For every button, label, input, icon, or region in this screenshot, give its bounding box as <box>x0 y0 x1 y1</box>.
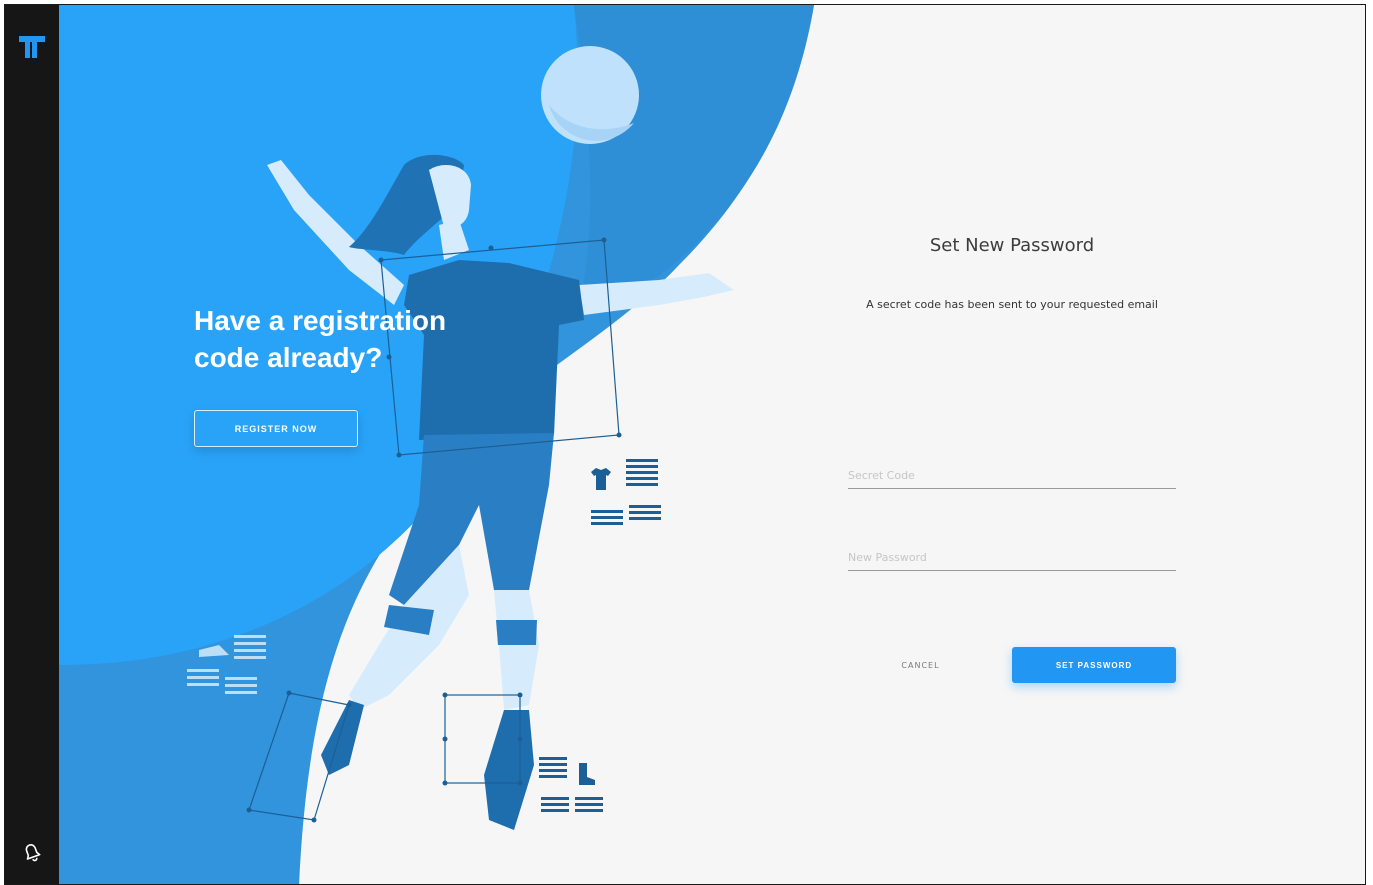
secret-code-field <box>848 463 1176 489</box>
app-window: Have a registration code already? REGIST… <box>4 4 1366 885</box>
new-password-field <box>848 545 1176 571</box>
brand-logo-icon[interactable] <box>17 33 47 61</box>
set-password-button[interactable]: SET PASSWORD <box>1012 647 1176 683</box>
hero-panel: Have a registration code already? REGIST… <box>59 5 1365 884</box>
secret-code-input[interactable] <box>848 463 1176 489</box>
cancel-button[interactable]: CANCEL <box>878 647 963 683</box>
bell-icon[interactable] <box>21 840 43 862</box>
form-title: Set New Password <box>929 235 1095 256</box>
hero-headline-line-1: Have a registration <box>194 305 447 336</box>
new-password-input[interactable] <box>848 545 1176 571</box>
sidebar <box>5 5 59 884</box>
set-password-form: Set New Password A secret code has been … <box>848 235 1176 683</box>
hero-headline: Have a registration code already? <box>194 302 484 376</box>
register-now-button[interactable]: REGISTER NOW <box>194 410 358 447</box>
form-actions: CANCEL SET PASSWORD <box>848 647 1176 683</box>
form-subtitle: A secret code has been sent to your requ… <box>866 298 1158 311</box>
hero-headline-line-2: code already? <box>194 342 383 373</box>
